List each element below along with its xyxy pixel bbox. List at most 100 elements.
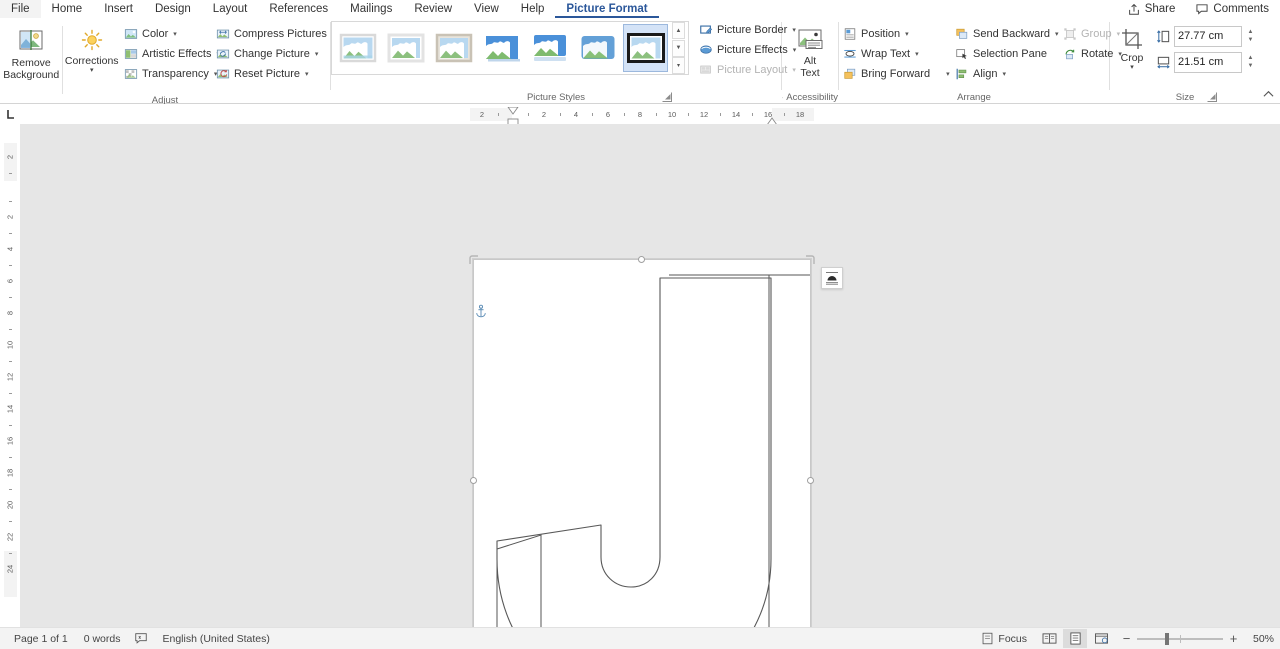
- chevron-down-icon[interactable]: ▾: [915, 50, 919, 58]
- proofing-status-button[interactable]: [128, 629, 154, 649]
- transparency-button[interactable]: Transparency ▾: [120, 64, 217, 83]
- chevron-down-icon[interactable]: ▾: [90, 67, 94, 74]
- chevron-down-icon[interactable]: ▾: [905, 30, 909, 38]
- resize-handle-middle-left[interactable]: [470, 477, 477, 484]
- tab-stop-selector-button[interactable]: [0, 104, 22, 124]
- zoom-in-button[interactable]: +: [1228, 631, 1239, 646]
- crop-button[interactable]: Crop ▾: [1110, 24, 1154, 71]
- picture-style-metal-frame[interactable]: [431, 24, 476, 72]
- resize-handle-top-right[interactable]: [805, 255, 815, 265]
- web-layout-view-button[interactable]: [1089, 629, 1113, 648]
- gallery-more-button[interactable]: ▾: [672, 57, 685, 74]
- corrections-button[interactable]: Corrections ▾: [63, 22, 120, 74]
- comment-icon: [1196, 4, 1208, 15]
- height-increase-arrow[interactable]: ▲: [1248, 28, 1254, 36]
- crop-icon: [1122, 29, 1142, 49]
- tab-layout[interactable]: Layout: [202, 0, 259, 18]
- color-button[interactable]: Color ▾: [120, 24, 212, 43]
- picture-styles-gallery[interactable]: ▲ ▼ ▾: [331, 21, 689, 75]
- chevron-down-icon[interactable]: ▾: [315, 50, 319, 58]
- artistic-effects-label: Artistic Effects: [142, 47, 212, 60]
- zoom-out-button[interactable]: −: [1121, 631, 1132, 646]
- page-number-status[interactable]: Page 1 of 1: [6, 629, 76, 649]
- print-layout-view-button[interactable]: [1063, 629, 1087, 648]
- picture-styles-dialog-launcher[interactable]: [661, 91, 673, 103]
- align-button[interactable]: Align ▾: [951, 64, 1059, 83]
- collapse-ribbon-button[interactable]: [1260, 87, 1276, 101]
- width-increase-arrow[interactable]: ▲: [1248, 54, 1254, 62]
- reset-picture-button[interactable]: Reset Picture ▾: [212, 64, 330, 83]
- artistic-effects-button[interactable]: Artistic Effects ▾: [120, 44, 220, 63]
- picture-style-thick-matte-black[interactable]: [623, 24, 668, 72]
- tab-insert[interactable]: Insert: [93, 0, 144, 18]
- height-decrease-arrow[interactable]: ▼: [1248, 36, 1254, 44]
- resize-handle-top-center[interactable]: [638, 256, 645, 263]
- chevron-down-icon[interactable]: ▾: [1002, 70, 1006, 78]
- shape-width-spinner[interactable]: ▲ ▼: [1245, 53, 1256, 72]
- first-line-indent-marker[interactable]: [507, 107, 519, 115]
- chevron-down-icon[interactable]: ▾: [173, 30, 177, 38]
- picture-style-soft-edge-rectangle[interactable]: [575, 24, 620, 72]
- tab-help[interactable]: Help: [510, 0, 556, 18]
- shape-height-field: ▲ ▼: [1156, 25, 1256, 47]
- picture-style-reflected-rounded-rectangle[interactable]: [527, 24, 572, 72]
- resize-handle-middle-right[interactable]: [807, 477, 814, 484]
- zoom-slider[interactable]: [1137, 632, 1223, 645]
- tab-design[interactable]: Design: [144, 0, 202, 18]
- remove-background-button[interactable]: Remove Background: [0, 22, 62, 81]
- picture-style-thumbnail: [435, 33, 472, 63]
- chevron-down-icon[interactable]: ▾: [1130, 64, 1134, 71]
- vertical-ruler[interactable]: 2 2 4 6 8 10 12 14 16 18 20 22 24: [4, 143, 17, 597]
- tab-review[interactable]: Review: [403, 0, 463, 18]
- tab-view[interactable]: View: [463, 0, 510, 18]
- arrange-commands-col1: Position ▾ Wrap Text ▾ Bring Forward ▾: [839, 22, 951, 83]
- chevron-down-icon[interactable]: ▾: [305, 70, 309, 78]
- read-mode-view-button[interactable]: [1037, 629, 1061, 648]
- document-page[interactable]: [469, 255, 843, 627]
- hruler-label: 2: [541, 110, 547, 119]
- zoom-slider-thumb[interactable]: [1165, 632, 1169, 645]
- tab-picture-format[interactable]: Picture Format: [555, 0, 659, 18]
- picture-style-beveled-matte-white[interactable]: [383, 24, 428, 72]
- horizontal-ruler[interactable]: 2 2 4 6 8 10 12 14 16 18: [470, 107, 814, 127]
- accessibility-dialog-launcher[interactable]: [782, 93, 784, 102]
- bring-forward-button[interactable]: Bring Forward ▾: [839, 64, 951, 83]
- comments-button[interactable]: Comments: [1190, 1, 1274, 17]
- size-dialog-launcher[interactable]: [1206, 91, 1218, 103]
- tab-mailings[interactable]: Mailings: [339, 0, 403, 18]
- language-status[interactable]: English (United States): [154, 629, 277, 649]
- position-button[interactable]: Position ▾: [839, 24, 951, 43]
- tab-references[interactable]: References: [258, 0, 339, 18]
- layout-options-button[interactable]: [821, 267, 843, 289]
- hruler-label: 10: [667, 110, 677, 119]
- compress-pictures-button[interactable]: Compress Pictures: [212, 24, 330, 43]
- document-canvas[interactable]: [20, 124, 1280, 627]
- shape-width-input[interactable]: [1178, 56, 1238, 68]
- wrap-text-button[interactable]: Wrap Text ▾: [839, 44, 951, 63]
- send-backward-button[interactable]: Send Backward ▾: [951, 24, 1059, 43]
- share-button[interactable]: Share: [1122, 1, 1181, 17]
- shape-height-spinner[interactable]: ▲ ▼: [1245, 27, 1256, 46]
- picture-effects-button[interactable]: Picture Effects ▾: [695, 40, 796, 59]
- gallery-scroll-up-button[interactable]: ▲: [672, 22, 685, 39]
- shape-height-input-wrap[interactable]: [1174, 25, 1242, 47]
- selection-pane-button[interactable]: Selection Pane: [951, 44, 1059, 63]
- word-count-status[interactable]: 0 words: [76, 629, 129, 649]
- picture-style-simple-frame-white[interactable]: [335, 24, 380, 72]
- alt-text-button[interactable]: Alt Text: [785, 22, 835, 79]
- compress-pictures-label: Compress Pictures: [234, 27, 327, 40]
- shape-height-input[interactable]: [1178, 30, 1238, 42]
- chevron-down-icon[interactable]: ▾: [946, 70, 950, 78]
- picture-style-drop-shadow-rectangle[interactable]: [479, 24, 524, 72]
- width-decrease-arrow[interactable]: ▼: [1248, 62, 1254, 70]
- focus-mode-button[interactable]: Focus: [973, 629, 1035, 649]
- shape-width-input-wrap[interactable]: [1174, 51, 1242, 73]
- zoom-level-label[interactable]: 50%: [1244, 633, 1274, 645]
- tab-file[interactable]: File: [0, 0, 41, 18]
- gallery-scroll-down-button[interactable]: ▼: [672, 39, 685, 57]
- picture-border-button[interactable]: Picture Border ▾: [695, 20, 796, 39]
- change-picture-button[interactable]: Change Picture ▾: [212, 44, 330, 63]
- resize-handle-top-left[interactable]: [469, 255, 479, 265]
- picture-style-thumbnail: [387, 33, 424, 63]
- tab-home[interactable]: Home: [41, 0, 94, 18]
